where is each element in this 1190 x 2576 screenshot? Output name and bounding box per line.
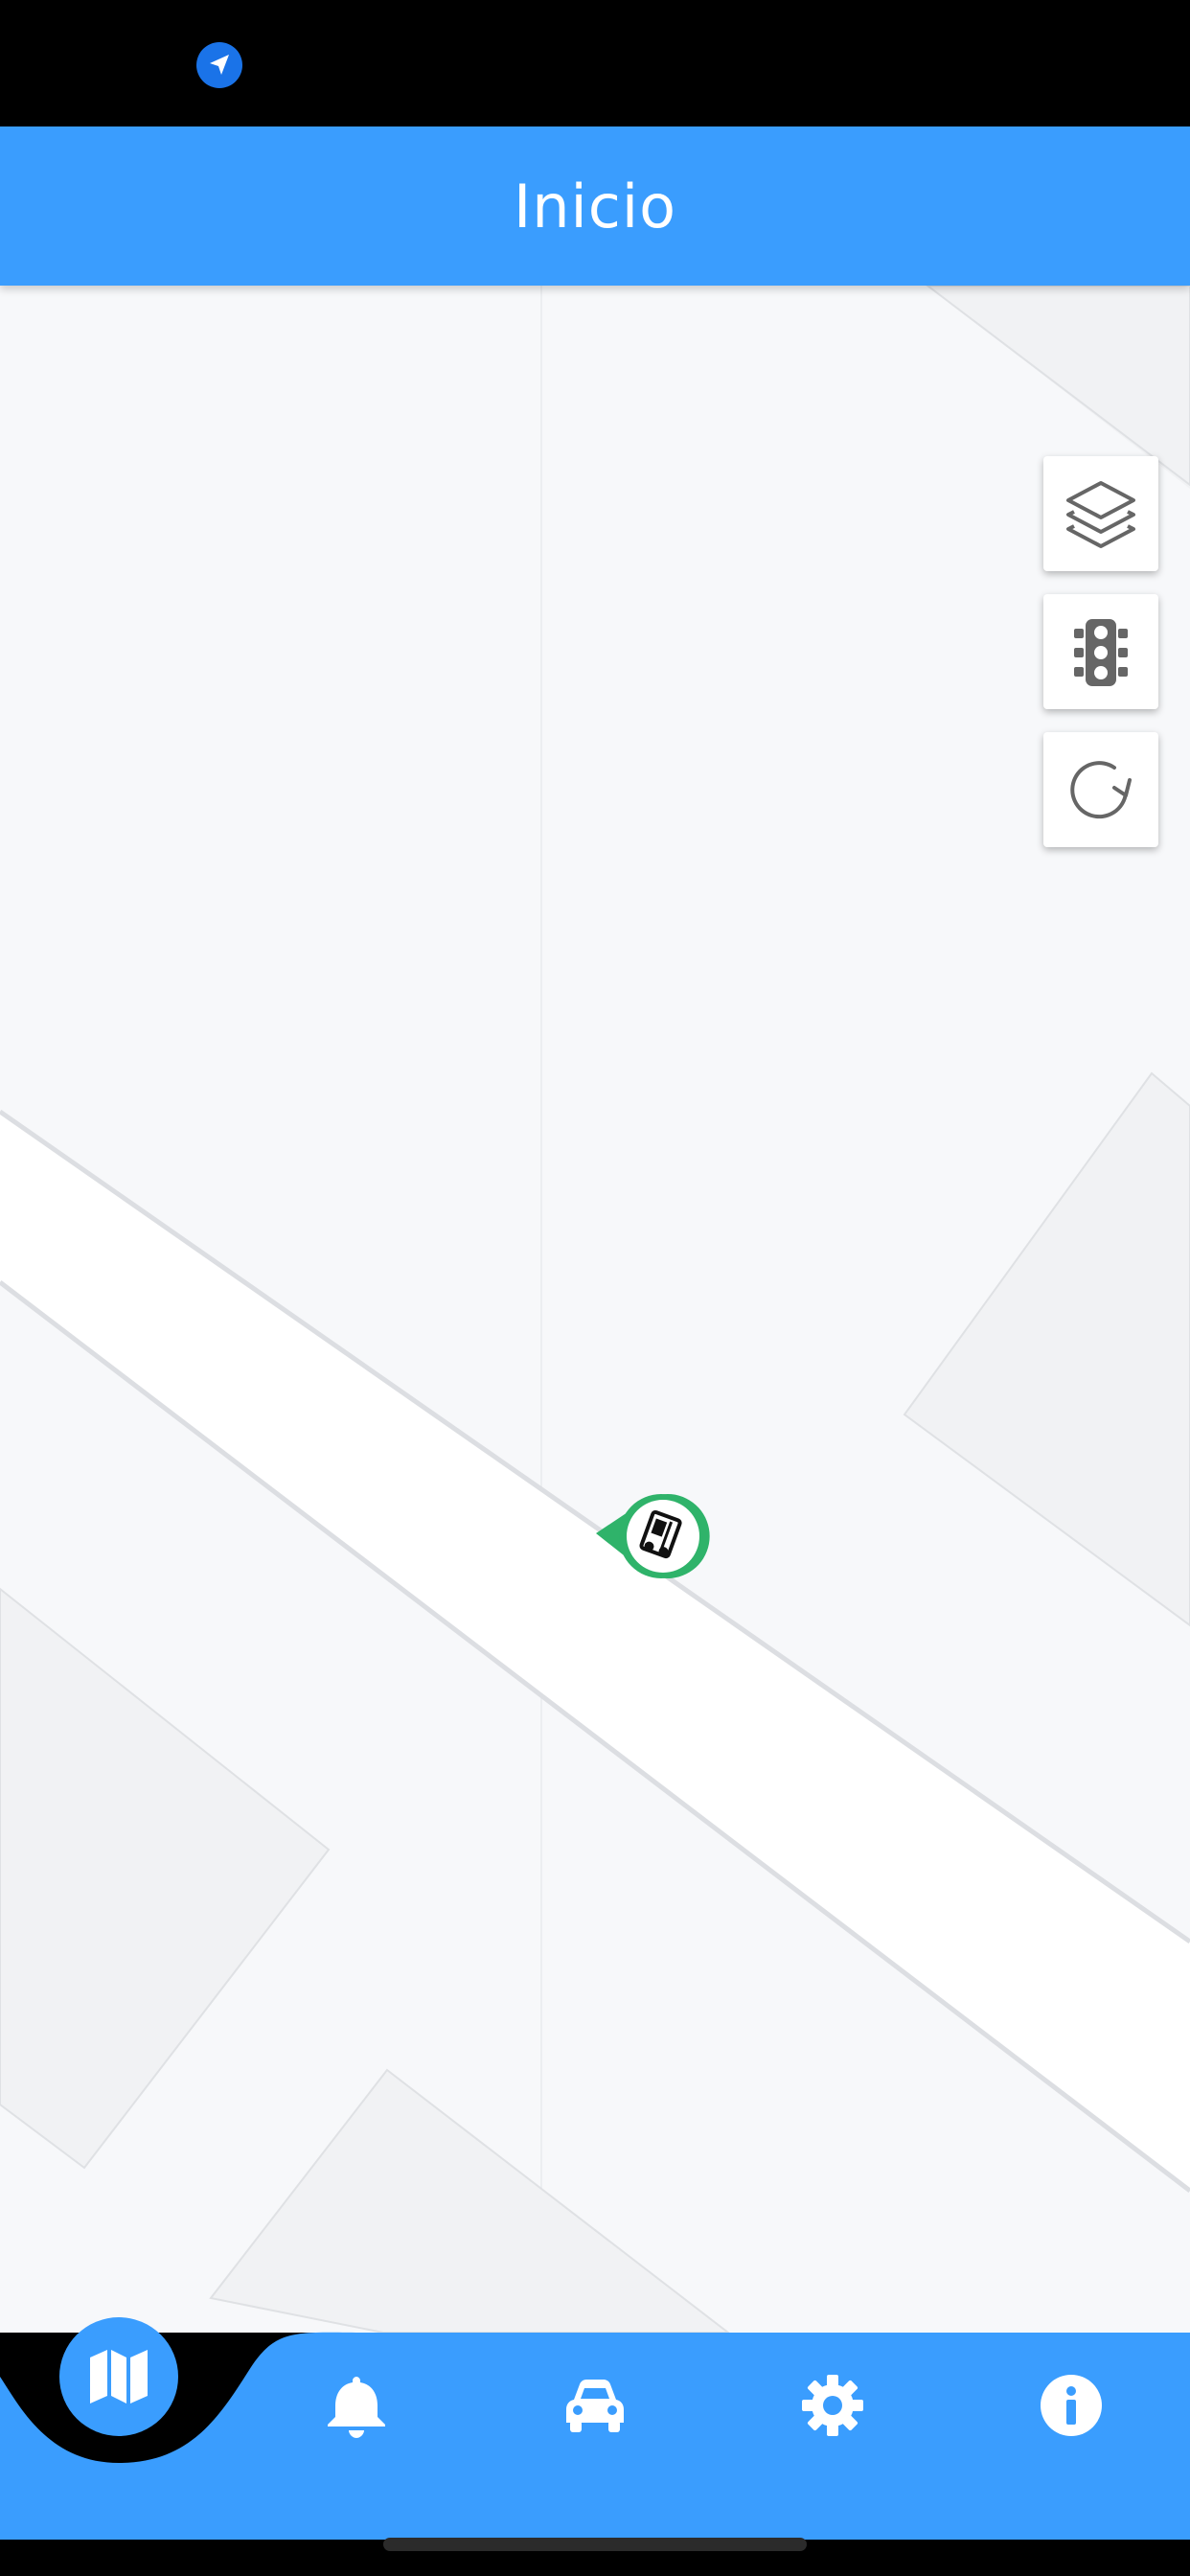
car-icon bbox=[566, 2380, 624, 2432]
app-screen: Inicio bbox=[0, 0, 1190, 2576]
vehicle-marker[interactable] bbox=[596, 1487, 730, 1593]
traffic-light-icon bbox=[1074, 619, 1128, 686]
nav-vehicles[interactable] bbox=[547, 2358, 643, 2453]
layers-icon bbox=[1066, 481, 1135, 548]
page-title: Inicio bbox=[513, 171, 677, 242]
nav-settings[interactable] bbox=[785, 2358, 881, 2453]
map-building bbox=[926, 286, 1190, 487]
bottom-strip bbox=[0, 2549, 1190, 2576]
status-bar bbox=[0, 0, 1190, 126]
info-icon bbox=[1041, 2375, 1102, 2436]
layers-button[interactable] bbox=[1043, 456, 1158, 571]
map-building bbox=[209, 2068, 730, 2333]
map-building bbox=[903, 1071, 1190, 1627]
map-view[interactable] bbox=[0, 286, 1190, 2333]
map-canvas bbox=[0, 286, 1190, 2333]
gear-icon bbox=[802, 2375, 863, 2436]
nav-notifications[interactable] bbox=[309, 2358, 404, 2453]
app-header: Inicio bbox=[0, 126, 1190, 286]
home-indicator[interactable] bbox=[383, 2538, 807, 2551]
nav-info[interactable] bbox=[1023, 2358, 1119, 2453]
map-building bbox=[0, 1587, 331, 2170]
bell-icon bbox=[328, 2377, 385, 2438]
nav-map[interactable] bbox=[59, 2317, 178, 2436]
location-arrow-icon bbox=[196, 42, 242, 88]
traffic-button[interactable] bbox=[1043, 594, 1158, 709]
refresh-button[interactable] bbox=[1043, 732, 1158, 847]
map-icon bbox=[90, 2350, 148, 2404]
refresh-icon bbox=[1070, 761, 1132, 819]
bottom-navigation bbox=[0, 2300, 1190, 2540]
